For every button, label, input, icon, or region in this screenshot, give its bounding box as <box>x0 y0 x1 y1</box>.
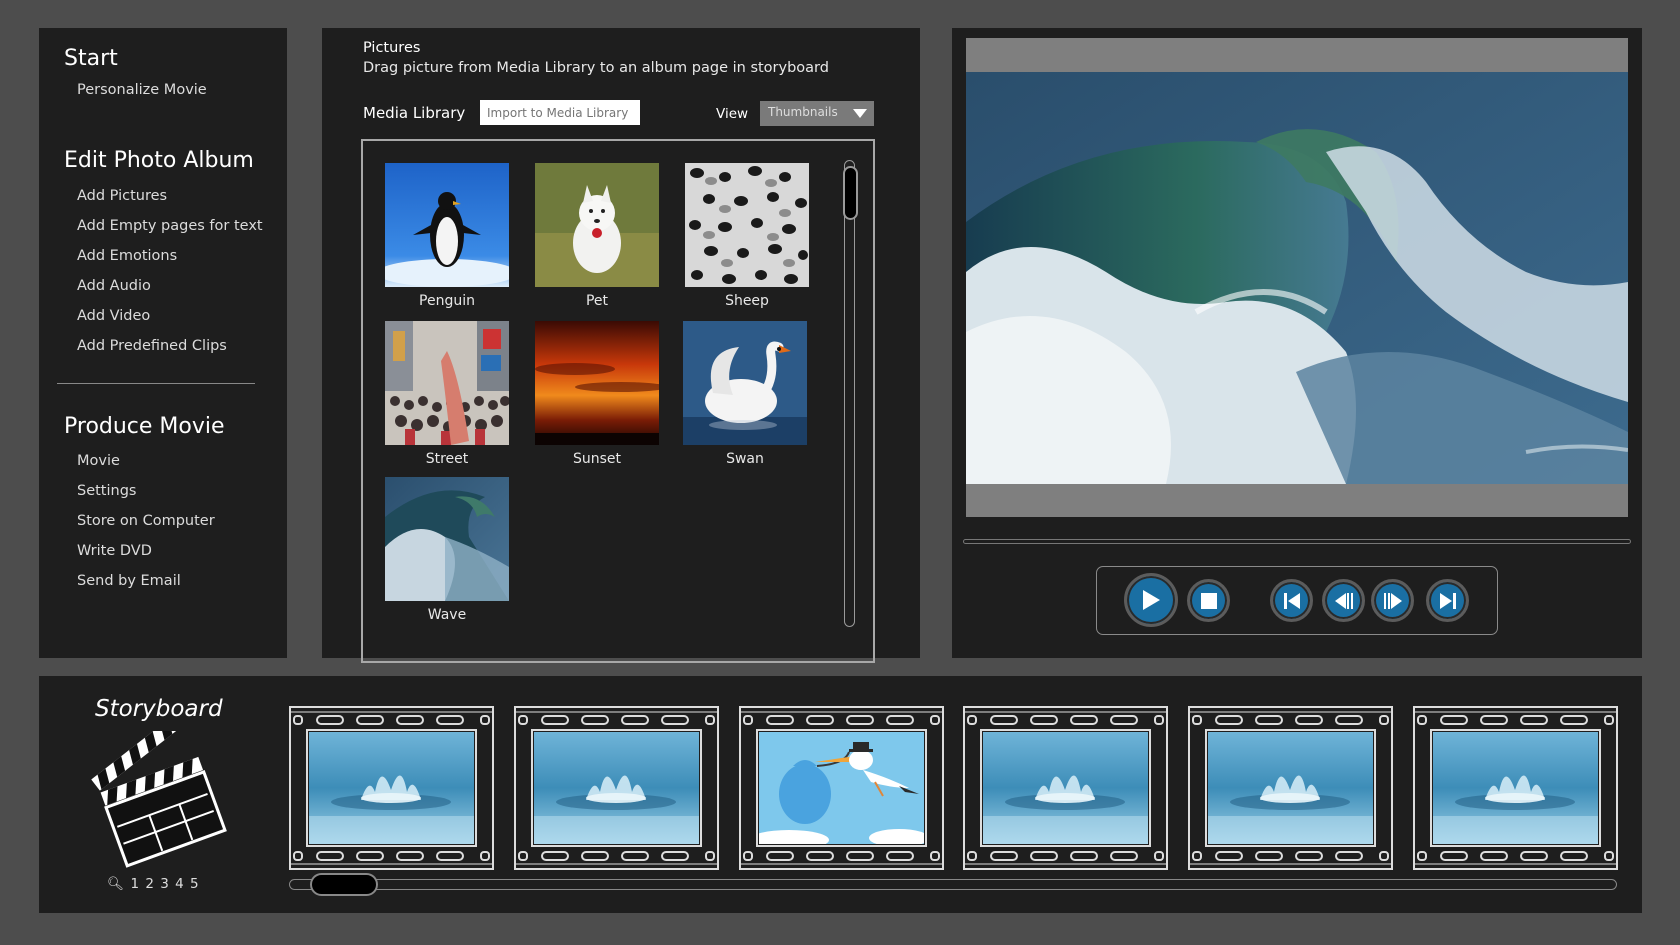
storyboard-horizontal-scrollbar[interactable] <box>289 873 1617 896</box>
nav-item-add-predefined-clips[interactable]: Add Predefined Clips <box>77 331 287 361</box>
storyboard-title: Storyboard <box>95 696 223 722</box>
clapperboard-icon <box>91 731 227 868</box>
pet-dog-image <box>535 163 659 287</box>
media-library-label: Media Library <box>363 104 466 122</box>
storyboard-frame[interactable] <box>963 706 1168 870</box>
media-library-panel: Pictures Drag picture from Media Library… <box>322 28 920 663</box>
storyboard-panel: Storyboard 🔍︎ 1 2 3 4 5 <box>39 676 1642 913</box>
thumbnail-caption: Wave <box>427 607 467 623</box>
media-vertical-scrollbar[interactable] <box>843 160 858 627</box>
sheep-image <box>685 163 809 287</box>
import-to-media-library-input[interactable] <box>480 100 640 125</box>
thumbnail-wave[interactable]: Wave <box>385 477 509 623</box>
preview-wave-image <box>966 72 1628 484</box>
thumbnail-caption: Sheep <box>725 293 769 309</box>
play-icon <box>1143 590 1160 610</box>
playback-progress-bar[interactable] <box>963 539 1631 544</box>
stork-image <box>759 732 924 844</box>
nav-item-add-empty-pages[interactable]: Add Empty pages for text <box>77 211 287 241</box>
thumbnail-sunset[interactable]: Sunset <box>535 321 659 467</box>
thumbnail-caption: Pet <box>585 293 609 309</box>
section-title-start: Start <box>64 46 118 71</box>
page-numbers: 1 2 3 4 5 <box>130 876 200 892</box>
storyboard-frame[interactable] <box>739 706 944 870</box>
storyboard-frame[interactable] <box>1413 706 1618 870</box>
thumbnail-pet[interactable]: Pet <box>535 163 659 309</box>
scrollbar-thumb[interactable] <box>843 166 858 220</box>
thumbnail-caption: Sunset <box>572 451 622 467</box>
task-navigation-panel: Start Personalize Movie Edit Photo Album… <box>39 28 287 658</box>
nav-item-add-emotions[interactable]: Add Emotions <box>77 241 287 271</box>
stop-button[interactable] <box>1187 579 1230 622</box>
thumbnail-penguin[interactable]: Penguin <box>385 163 509 309</box>
step-back-button[interactable] <box>1322 579 1365 622</box>
nav-item-add-audio[interactable]: Add Audio <box>77 271 287 301</box>
view-mode-dropdown[interactable]: Thumbnails <box>760 101 874 126</box>
section-title-produce-movie: Produce Movie <box>64 414 225 439</box>
street-image <box>385 321 509 445</box>
water-drop-image <box>1208 732 1373 844</box>
water-drop-image <box>534 732 699 844</box>
thumbnail-street[interactable]: Street <box>385 321 509 467</box>
preview-panel <box>952 28 1642 658</box>
water-drop-image <box>1433 732 1598 844</box>
water-drop-image <box>309 732 474 844</box>
skip-to-end-button[interactable] <box>1426 579 1469 622</box>
storyboard-page-selector[interactable]: 🔍︎ 1 2 3 4 5 <box>107 876 200 892</box>
thumbnail-caption: Swan <box>726 451 764 467</box>
magnifier-icon: 🔍︎ <box>107 876 126 892</box>
wave-image <box>385 477 509 601</box>
thumbnail-caption: Penguin <box>419 293 475 309</box>
step-back-icon <box>1334 592 1353 609</box>
sunset-image <box>535 321 659 445</box>
nav-item-movie[interactable]: Movie <box>77 446 287 476</box>
nav-item-add-pictures[interactable]: Add Pictures <box>77 181 287 211</box>
storyboard-frame[interactable] <box>289 706 494 870</box>
nav-item-store-on-computer[interactable]: Store on Computer <box>77 506 287 536</box>
skip-end-icon <box>1439 592 1456 609</box>
scrollbar-thumb[interactable] <box>310 873 378 896</box>
nav-item-personalize-movie[interactable]: Personalize Movie <box>77 75 287 105</box>
nav-item-send-by-email[interactable]: Send by Email <box>77 566 287 596</box>
swan-image <box>683 321 807 445</box>
playback-controls <box>1096 566 1498 635</box>
penguin-image <box>385 163 509 287</box>
nav-item-add-video[interactable]: Add Video <box>77 301 287 331</box>
thumbnail-sheep[interactable]: Sheep <box>685 163 809 309</box>
nav-item-settings[interactable]: Settings <box>77 476 287 506</box>
dropdown-arrow-icon <box>853 109 867 118</box>
step-forward-button[interactable] <box>1371 579 1414 622</box>
video-preview[interactable] <box>966 38 1628 517</box>
storyboard-frame[interactable] <box>1188 706 1393 870</box>
section-title-edit-photo-album: Edit Photo Album <box>64 148 254 173</box>
panel-heading: Pictures <box>363 40 421 56</box>
thumbnail-swan[interactable]: Swan <box>683 321 807 467</box>
step-forward-icon <box>1383 592 1402 609</box>
nav-divider <box>57 383 255 384</box>
play-button[interactable] <box>1124 573 1178 627</box>
stop-icon <box>1200 592 1217 609</box>
view-mode-value: Thumbnails <box>768 105 838 119</box>
view-label: View <box>716 106 749 122</box>
thumbnail-grid: Penguin Pet Sheep Street Sunset Swan Wav… <box>361 139 875 663</box>
nav-item-write-dvd[interactable]: Write DVD <box>77 536 287 566</box>
panel-instruction: Drag picture from Media Library to an al… <box>363 60 829 76</box>
skip-to-start-button[interactable] <box>1270 579 1313 622</box>
storyboard-frame[interactable] <box>514 706 719 870</box>
thumbnail-caption: Street <box>425 451 469 467</box>
skip-start-icon <box>1283 592 1300 609</box>
water-drop-image <box>983 732 1148 844</box>
